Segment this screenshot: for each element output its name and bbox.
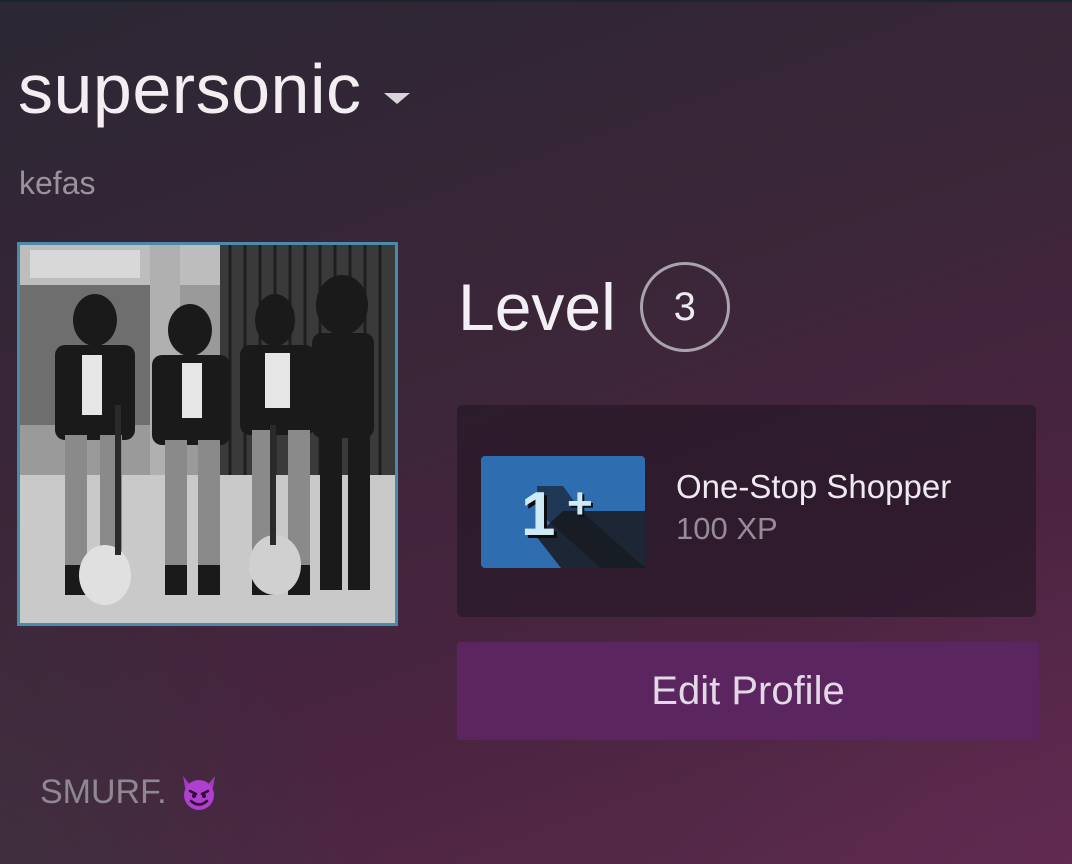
- svg-text:+: +: [567, 479, 593, 528]
- summary-text: SMURF.: [40, 772, 167, 811]
- one-plus-badge-icon: 1 1 + +: [481, 456, 645, 568]
- avatar[interactable]: [17, 242, 398, 626]
- top-border: [0, 0, 1072, 2]
- featured-badge-card[interactable]: 1 1 + + One-Stop Shopper 100 XP: [457, 405, 1036, 617]
- real-name: kefas: [19, 165, 96, 201]
- avatar-photo: [20, 245, 395, 623]
- svg-text:1: 1: [521, 480, 555, 549]
- level-indicator: Level 3: [458, 262, 730, 352]
- level-label: Level: [458, 270, 616, 344]
- edit-profile-button[interactable]: Edit Profile: [457, 642, 1039, 740]
- dropdown-caret-icon[interactable]: [383, 92, 410, 104]
- badge-name: One-Stop Shopper: [676, 468, 952, 505]
- smiling-imp-emoji-icon: [182, 776, 215, 810]
- username-row[interactable]: supersonic: [18, 54, 410, 124]
- badge-xp: 100 XP: [676, 511, 778, 546]
- profile-summary: SMURF.: [40, 772, 219, 812]
- username[interactable]: supersonic: [18, 54, 362, 124]
- level-badge: 3: [639, 262, 730, 352]
